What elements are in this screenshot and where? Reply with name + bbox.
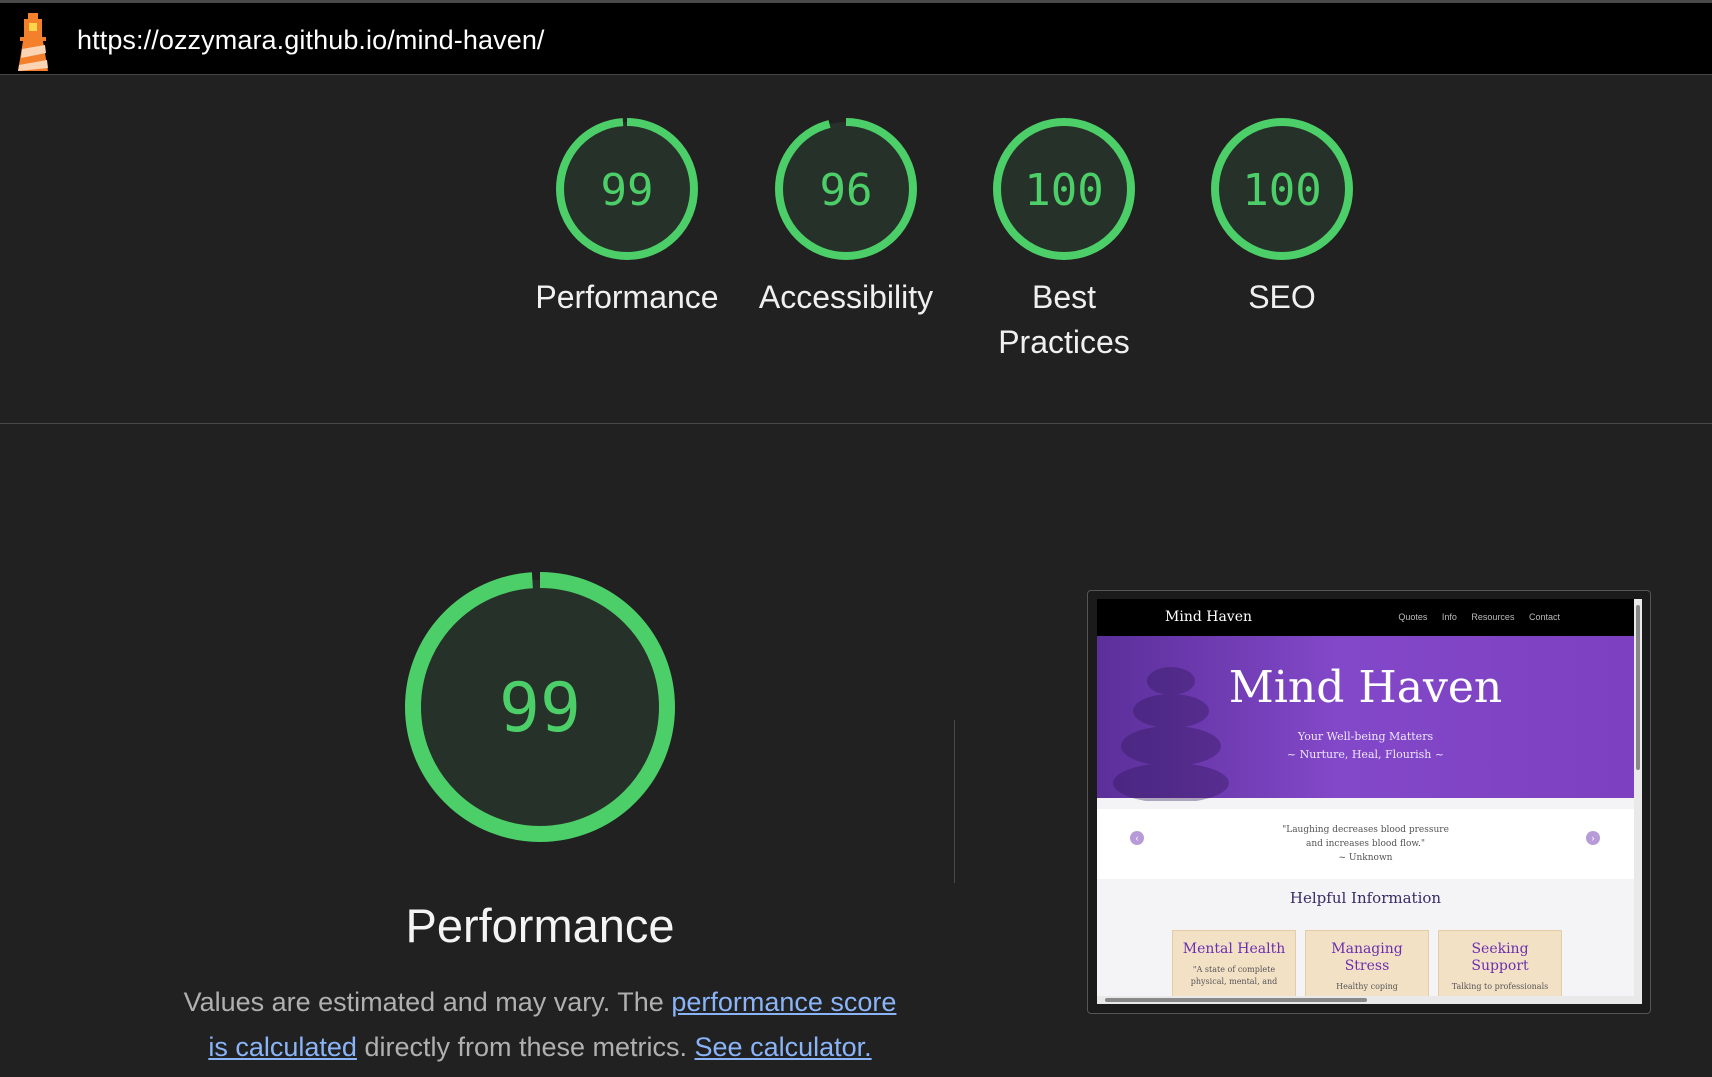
gauge-performance[interactable]: 99 Performance — [532, 115, 722, 320]
desc-prefix: Values are estimated and may vary. The — [183, 987, 672, 1017]
see-calculator-link[interactable]: See calculator. — [695, 1032, 872, 1062]
shot-quote-author: ~ Unknown — [1338, 853, 1393, 863]
performance-title: Performance — [405, 899, 675, 952]
gauge-best-practices-value: 100 — [1024, 165, 1103, 216]
shot-card-managing-stress: Managing Stress Healthy coping — [1305, 930, 1429, 1004]
shot-card-title: Managing Stress — [1331, 941, 1403, 974]
shot-info-title: Helpful Information — [1289, 889, 1442, 907]
gauge-seo-label: SEO — [1248, 279, 1316, 315]
shot-quote-line2: and increases blood flow." — [1305, 839, 1426, 849]
gauge-accessibility-label: Accessibility — [758, 279, 934, 315]
shot-card-title: Seeking Support — [1471, 941, 1529, 974]
shot-quote-carousel: "Laughing decreases blood pressure and i… — [1097, 809, 1634, 879]
shot-card-mental-health: Mental Health "A state of complete physi… — [1172, 930, 1296, 1004]
shot-quote-line1: "Laughing decreases blood pressure — [1282, 825, 1449, 835]
shot-hero-title: Mind Haven — [1228, 662, 1503, 713]
shot-nav-info: Info — [1441, 612, 1457, 622]
shot-nav-links: Quotes Info Resources Contact — [1386, 612, 1560, 622]
shot-navbar: Mind Haven Quotes Info Resources Contact — [1097, 599, 1634, 636]
gauge-accessibility-ring: 96 — [775, 118, 917, 260]
gauge-accessibility-value: 96 — [820, 165, 873, 216]
gauge-performance-label: Performance — [535, 279, 719, 315]
shot-card-text: "A state of complete physical, mental, a… — [1173, 964, 1295, 988]
gauge-seo-value: 100 — [1242, 165, 1321, 216]
shot-card-text-line: physical, mental, and — [1190, 977, 1278, 986]
vertical-divider — [954, 720, 955, 883]
shot-card-title: Mental Health — [1182, 941, 1286, 957]
gauge-seo-ring: 100 — [1211, 118, 1353, 260]
gauge-seo[interactable]: 100 SEO — [1187, 115, 1377, 320]
shot-vertical-scroll-thumb — [1636, 605, 1640, 770]
performance-score-value: 99 — [499, 669, 581, 748]
shot-card-text-line: "A state of complete — [1192, 965, 1276, 974]
performance-gauge-large: 99 — [405, 572, 675, 842]
gauge-best-practices[interactable]: 100 Best Practices — [969, 115, 1159, 365]
shot-card-seeking-support: Seeking Support Talking to professionals — [1438, 930, 1562, 1004]
gauge-best-practices-label: Best Practices — [998, 279, 1130, 360]
shot-brand: Mind Haven — [1165, 609, 1253, 625]
shot-card-text: Healthy coping — [1336, 982, 1398, 991]
shot-prev-arrow-icon: ‹ — [1130, 831, 1144, 845]
gauge-performance-value: 99 — [601, 165, 654, 216]
section-divider — [0, 423, 1712, 424]
shot-horizontal-scroll-thumb — [1105, 998, 1367, 1002]
desc-middle: directly from these metrics. — [356, 1032, 695, 1062]
gauge-best-practices-ring: 100 — [993, 118, 1135, 260]
performance-description: Values are estimated and may vary. The p… — [175, 980, 905, 1070]
shot-nav-resources: Resources — [1471, 612, 1515, 622]
shot-hero: Mind Haven Your Well-being Matters ~ Nur… — [1097, 636, 1634, 801]
shot-hero-subtitle: Your Well-being Matters ~ Nurture, Heal,… — [1097, 728, 1634, 764]
gauge-accessibility[interactable]: 96 Accessibility — [751, 115, 941, 320]
shot-nav-quotes: Quotes — [1398, 612, 1428, 622]
shot-nav-contact: Contact — [1528, 612, 1560, 622]
shot-hero-sub1: Your Well-being Matters — [1297, 730, 1434, 743]
report-header: https://ozzymara.github.io/mind-haven/ — [0, 0, 1712, 75]
final-screenshot[interactable]: Mind Haven Quotes Info Resources Contact… — [1097, 599, 1642, 1004]
lighthouse-icon — [18, 13, 48, 71]
score-gauges: 99 Performance 96 Accessibility 100 Best… — [0, 115, 1712, 415]
report-url[interactable]: https://ozzymara.github.io/mind-haven/ — [77, 25, 545, 56]
shot-card-text: Talking to professionals — [1451, 982, 1549, 991]
shot-hero-sub2: ~ Nurture, Heal, Flourish ~ — [1286, 748, 1445, 761]
shot-next-arrow-icon: › — [1586, 831, 1600, 845]
gauge-performance-ring: 99 — [556, 118, 698, 260]
